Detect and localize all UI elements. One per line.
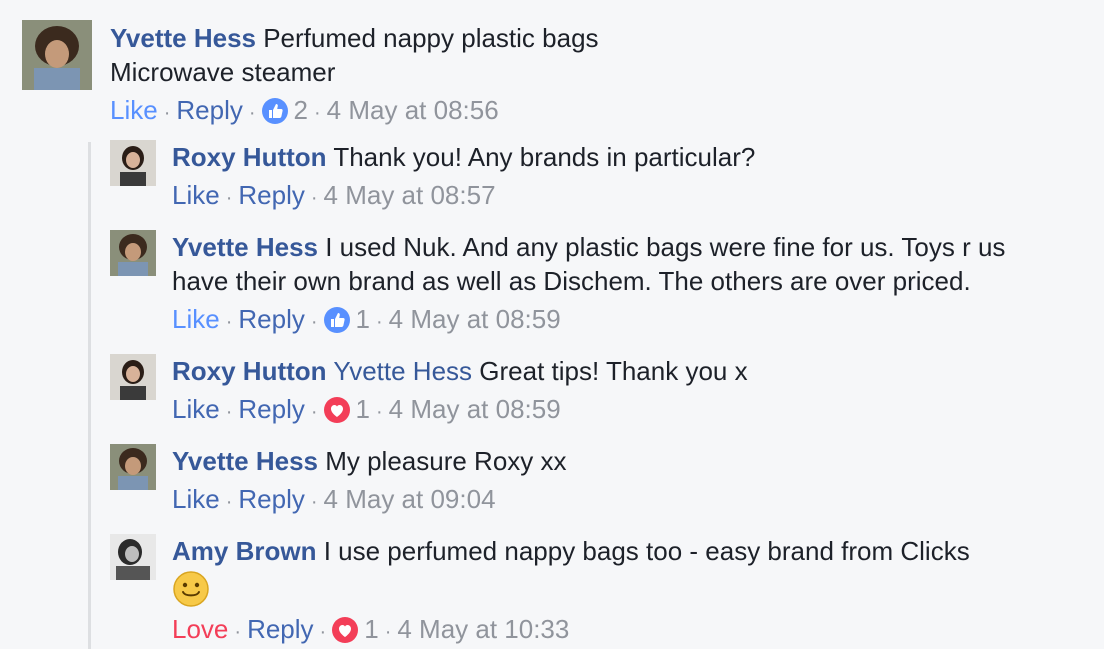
timestamp[interactable]: 4 May at 08:59: [389, 304, 561, 334]
comment-text-line2: have their own brand as well as Dischem.…: [172, 266, 971, 296]
avatar-roxy-hutton[interactable]: [110, 140, 156, 186]
like-button[interactable]: Like: [110, 95, 158, 125]
avatar-roxy-hutton[interactable]: [110, 354, 156, 400]
reply-button[interactable]: Reply: [238, 484, 304, 514]
timestamp[interactable]: 4 May at 10:33: [397, 614, 569, 644]
love-button[interactable]: Love: [172, 614, 228, 644]
thread-line: [88, 142, 91, 649]
reaction-count[interactable]: 1: [356, 304, 370, 334]
comment-text: I use perfumed nappy bags too - easy bra…: [323, 536, 970, 566]
comment-author[interactable]: Yvette Hess: [172, 446, 318, 476]
comment-author[interactable]: Yvette Hess: [110, 23, 256, 53]
timestamp[interactable]: 4 May at 08:56: [327, 95, 499, 125]
like-reaction-icon[interactable]: [323, 307, 350, 333]
comment-text: My pleasure Roxy xx: [325, 446, 567, 476]
reaction-count[interactable]: 1: [356, 394, 370, 424]
reply-button[interactable]: Reply: [238, 304, 304, 334]
comment-actions: Like · Reply · 2 · 4 May at 08:56: [110, 95, 499, 125]
reply-button[interactable]: Reply: [247, 614, 313, 644]
like-button[interactable]: Like: [172, 394, 220, 424]
comment-author[interactable]: Yvette Hess: [172, 232, 318, 262]
comment-author[interactable]: Roxy Hutton: [172, 142, 327, 172]
comment-author[interactable]: Roxy Hutton: [172, 356, 327, 386]
avatar-yvette-hess[interactable]: [22, 20, 92, 90]
comment-actions: Like · Reply · 4 May at 08:57: [172, 180, 496, 210]
avatar-amy-brown[interactable]: [110, 534, 156, 580]
like-button[interactable]: Like: [172, 304, 220, 334]
like-reaction-icon[interactable]: [261, 98, 288, 124]
comment-actions: Love · Reply · 1 · 4 May at 10:33: [172, 614, 570, 644]
timestamp[interactable]: 4 May at 08:59: [389, 394, 561, 424]
comment-actions: Like · Reply · 1 · 4 May at 08:59: [172, 394, 561, 424]
comment-actions: Like · Reply · 4 May at 09:04: [172, 484, 496, 514]
comment-text: Great tips! Thank you x: [479, 356, 748, 386]
timestamp[interactable]: 4 May at 08:57: [324, 180, 496, 210]
comment-text: Perfumed nappy plastic bags: [263, 23, 599, 53]
timestamp[interactable]: 4 May at 09:04: [324, 484, 496, 514]
smile-emoji-icon: [172, 570, 210, 608]
reaction-count[interactable]: 1: [364, 614, 378, 644]
comment-text-line2: Microwave steamer: [110, 57, 336, 87]
avatar-yvette-hess[interactable]: [110, 230, 156, 276]
reply-button[interactable]: Reply: [238, 180, 304, 210]
love-reaction-icon[interactable]: [323, 397, 350, 423]
comment-text: I used Nuk. And any plastic bags were fi…: [325, 232, 1006, 262]
comment-text: Thank you! Any brands in particular?: [333, 142, 756, 172]
comment-author[interactable]: Amy Brown: [172, 536, 316, 566]
reply-button[interactable]: Reply: [176, 95, 242, 125]
reply-button[interactable]: Reply: [238, 394, 304, 424]
avatar-yvette-hess[interactable]: [110, 444, 156, 490]
reaction-count[interactable]: 2: [294, 95, 308, 125]
like-button[interactable]: Like: [172, 484, 220, 514]
love-reaction-icon[interactable]: [332, 617, 359, 643]
comment-actions: Like · Reply · 1 · 4 May at 08:59: [172, 304, 561, 334]
like-button[interactable]: Like: [172, 180, 220, 210]
mention-link[interactable]: Yvette Hess: [333, 356, 472, 386]
